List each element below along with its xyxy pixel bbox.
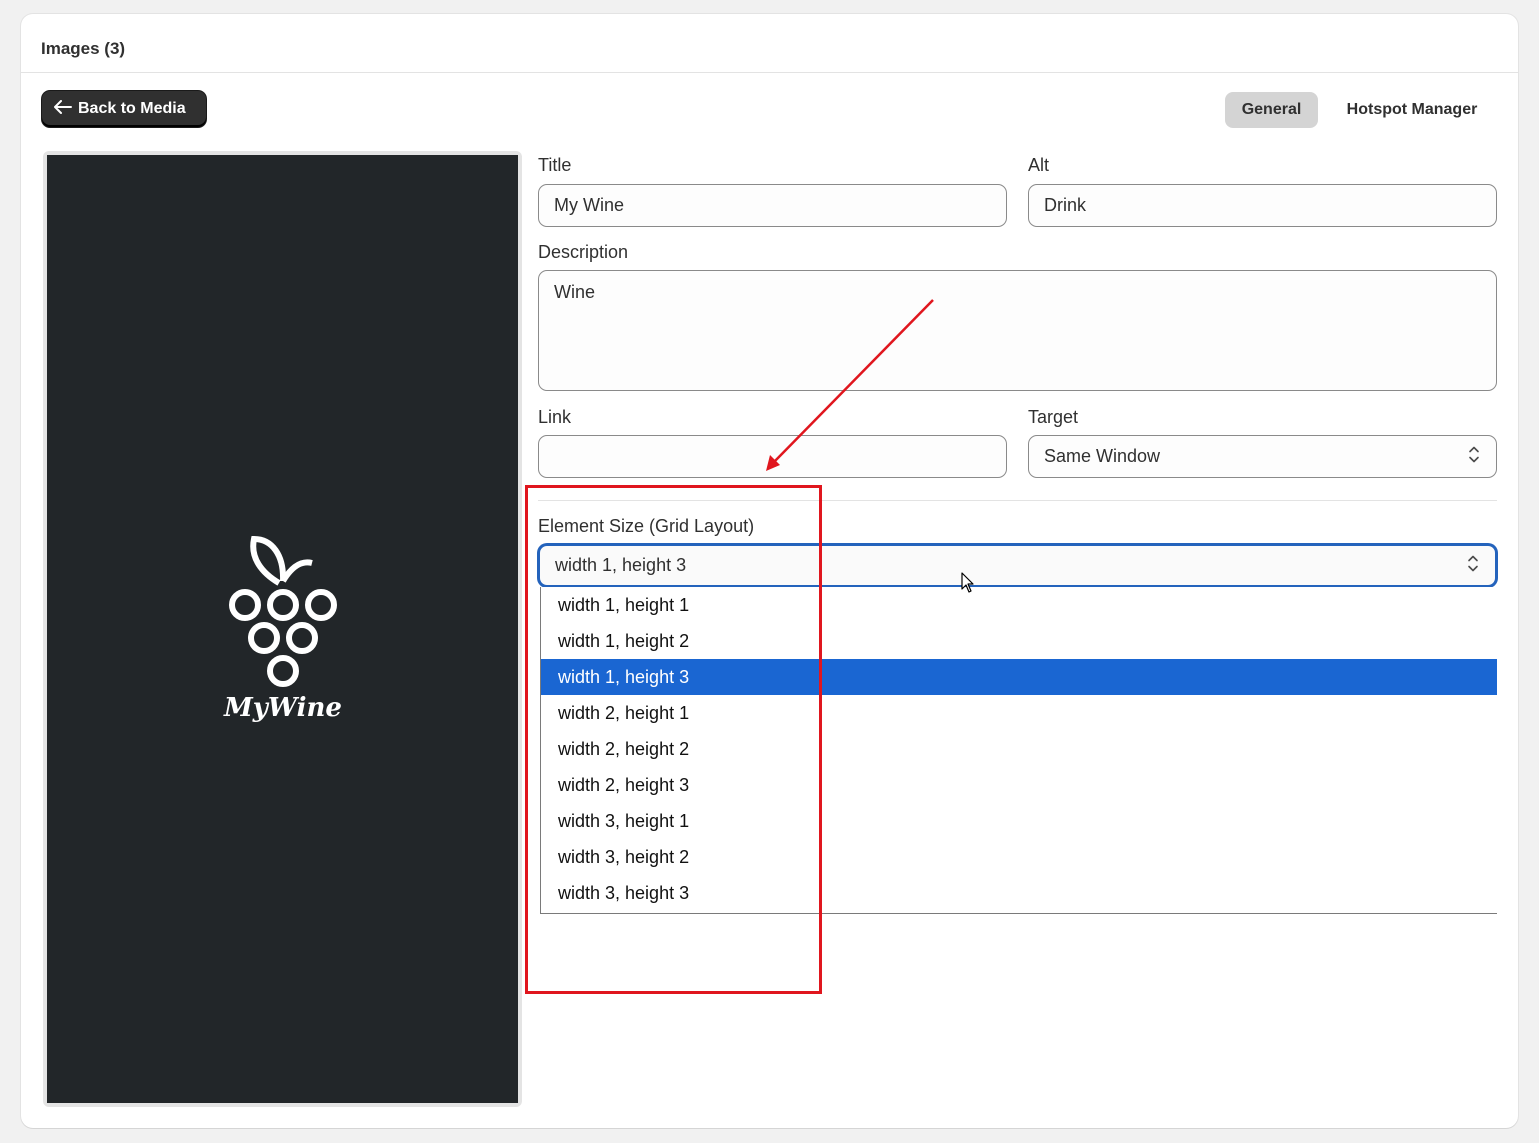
description-label: Description xyxy=(538,242,629,262)
back-to-media-button[interactable]: Back to Media xyxy=(42,91,206,127)
svg-text:MyWine: MyWine xyxy=(223,693,342,723)
dropdown-option[interactable]: width 2, height 2 xyxy=(541,731,1497,767)
dropdown-option[interactable]: width 1, height 2 xyxy=(541,623,1497,659)
image-settings-card: Images (3) Back to Media General Hotspot… xyxy=(21,14,1518,1128)
image-preview: MyWine xyxy=(43,151,522,1107)
dropdown-option-selected[interactable]: width 1, height 3 xyxy=(541,659,1497,695)
card-header: Images (3) xyxy=(21,14,1518,73)
title-label: Title xyxy=(538,155,572,175)
dropdown-option[interactable]: width 2, height 1 xyxy=(541,695,1497,731)
mouse-cursor-icon xyxy=(961,572,974,593)
link-input[interactable] xyxy=(538,435,1007,478)
section-divider xyxy=(538,500,1497,501)
dropdown-option[interactable]: width 3, height 1 xyxy=(541,803,1497,839)
chevron-up-down-icon xyxy=(1468,444,1480,469)
target-label: Target xyxy=(1028,407,1079,427)
back-button-label: Back to Media xyxy=(78,100,186,117)
target-select-value: Same Window xyxy=(1044,446,1161,466)
element-size-select[interactable]: width 1, height 3 xyxy=(538,544,1497,587)
alt-input[interactable]: Drink xyxy=(1028,184,1497,227)
target-select[interactable]: Same Window xyxy=(1028,435,1497,478)
dropdown-option[interactable]: width 1, height 1 xyxy=(541,587,1497,623)
link-label: Link xyxy=(538,407,572,427)
title-input[interactable]: My Wine xyxy=(538,184,1007,227)
image-preview-canvas: MyWine xyxy=(47,155,518,1103)
dropdown-option[interactable]: width 3, height 2 xyxy=(541,839,1497,875)
mywine-logo: MyWine xyxy=(223,535,342,723)
dropdown-option[interactable]: width 2, height 3 xyxy=(541,767,1497,803)
element-size-label: Element Size (Grid Layout) xyxy=(538,516,755,536)
dropdown-option[interactable]: width 3, height 3 xyxy=(541,875,1497,911)
element-size-dropdown: width 1, height 1 width 1, height 2 widt… xyxy=(540,587,1497,914)
arrow-left-icon xyxy=(54,99,78,119)
description-textarea[interactable]: Wine xyxy=(538,270,1497,391)
page-title: Images (3) xyxy=(41,39,126,58)
alt-label: Alt xyxy=(1028,155,1050,175)
element-size-select-value: width 1, height 3 xyxy=(555,555,687,575)
tab-hotspot-manager[interactable]: Hotspot Manager xyxy=(1327,92,1497,128)
tab-general[interactable]: General xyxy=(1225,92,1318,128)
chevron-up-down-icon xyxy=(1467,553,1479,578)
